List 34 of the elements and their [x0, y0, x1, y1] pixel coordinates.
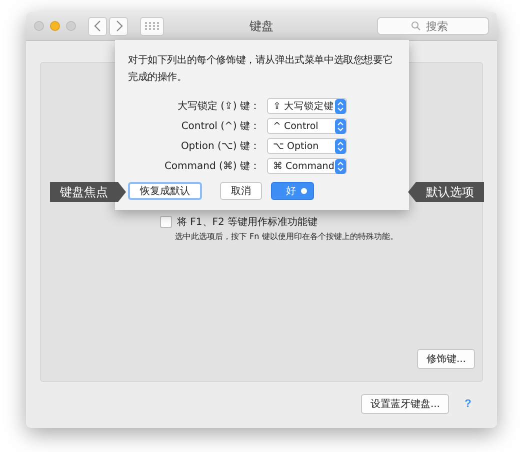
popup-menu[interactable]: ⌥ Option — [267, 138, 347, 154]
instruction-text: 对于如下列出的每个修饰键，请从弹出式菜单中选取您想要它完成的操作。 — [128, 54, 394, 85]
minimize-icon[interactable] — [50, 21, 60, 31]
zoom-icon[interactable] — [66, 21, 76, 31]
bluetooth-keyboard-button[interactable]: 设置蓝牙键盘... — [361, 394, 449, 414]
stepper-icon — [335, 118, 346, 134]
close-icon[interactable] — [34, 21, 44, 31]
popup-menu[interactable]: ^ Control — [267, 118, 347, 134]
search-icon — [411, 21, 421, 31]
callout-label: 键盘焦点 — [50, 182, 126, 202]
checkbox-label: 将 F1、F2 等键用作标准功能键 — [177, 216, 318, 229]
chevron-right-icon — [114, 20, 122, 32]
modifier-label: Control (^) 键： — [180, 120, 260, 133]
hint-text: 选中此选项后，按下 Fn 键以使用印在各个按键上的特殊功能。 — [175, 231, 399, 242]
callout-label: 默认选项 — [408, 182, 484, 202]
show-all-button[interactable] — [140, 16, 164, 36]
checkbox[interactable] — [160, 216, 172, 228]
stepper-icon — [335, 98, 346, 114]
stepper-icon — [335, 138, 346, 154]
popup-menu[interactable]: ⇪ 大写锁定键 — [267, 98, 347, 114]
chevron-left-icon — [94, 20, 102, 32]
window-title: 键盘 — [250, 18, 274, 34]
popup-menu[interactable]: ⌘ Command — [267, 158, 347, 174]
search-field[interactable]: 搜索 — [377, 17, 489, 35]
modifier-keys-button[interactable]: 修饰键... — [417, 349, 475, 369]
forward-button[interactable] — [109, 16, 128, 36]
grid-icon — [145, 22, 159, 30]
sheet-button[interactable]: 恢复成默认 — [128, 182, 202, 200]
sheet-button[interactable]: 取消 — [220, 182, 262, 200]
stepper-icon — [335, 158, 346, 174]
modifier-label: Option (⌥) 键： — [180, 140, 260, 153]
modifier-label: Command (⌘) 键： — [163, 160, 260, 173]
modifier-label: 大写锁定 (⇪) 键： — [176, 100, 260, 113]
back-button[interactable] — [88, 16, 107, 36]
